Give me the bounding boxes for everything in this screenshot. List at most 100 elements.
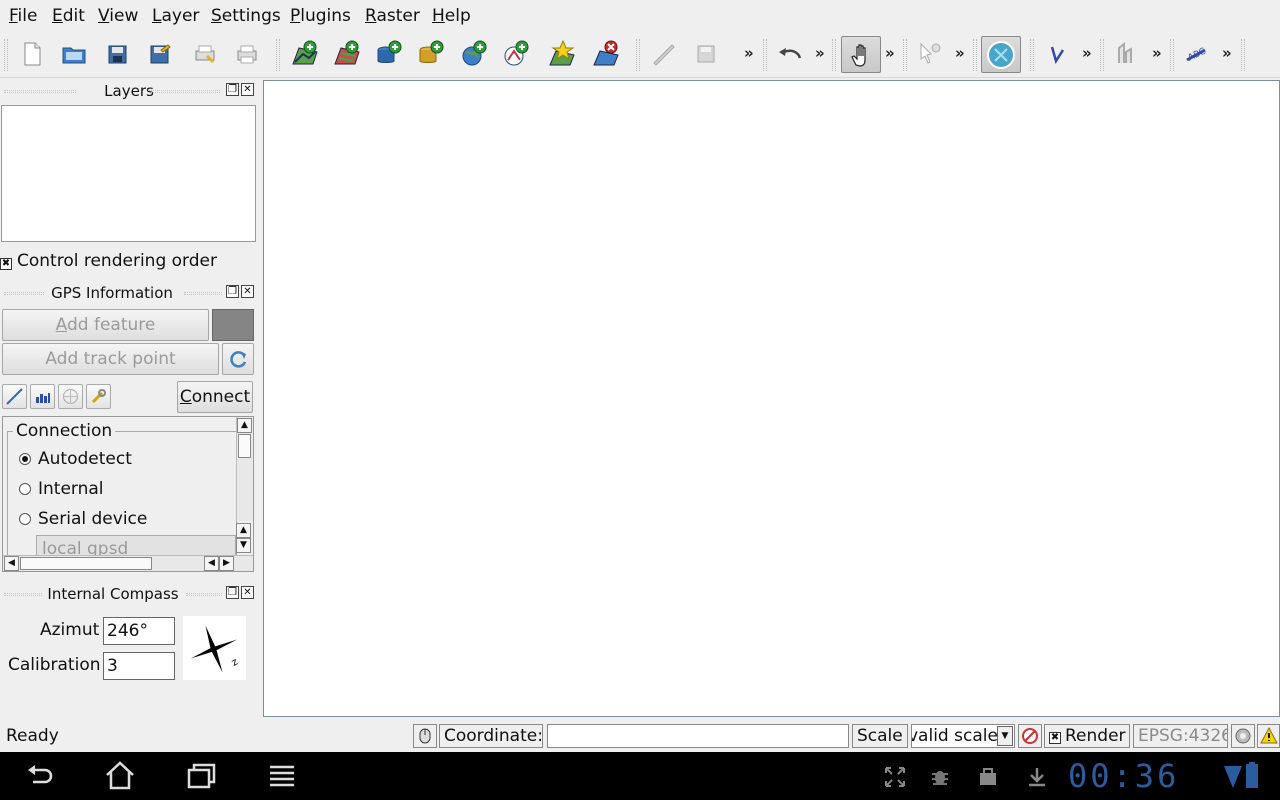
- azimut-field[interactable]: 246°: [103, 617, 175, 645]
- compass-panel-titlebar[interactable]: Internal Compass ❐ ✕: [0, 583, 258, 605]
- warning-icon: [1260, 726, 1278, 744]
- control-rendering-order-checkbox[interactable]: ✖: [0, 258, 12, 270]
- add-postgis-layer-icon[interactable]: [373, 38, 405, 70]
- add-wms-layer-icon[interactable]: [458, 38, 490, 70]
- debug-icon: [929, 766, 951, 792]
- mouse-icon: [419, 728, 431, 744]
- serial-device-radio[interactable]: Serial device: [19, 507, 147, 531]
- menu-plugins[interactable]: Plugins: [290, 5, 351, 27]
- add-wfs-layer-icon[interactable]: [500, 38, 532, 70]
- toolbar-separator: [276, 39, 280, 71]
- scroll-right-icon[interactable]: ▶: [219, 556, 234, 571]
- crs-settings-button[interactable]: [1231, 724, 1255, 748]
- menu-help[interactable]: Help: [432, 5, 471, 27]
- node-tool-icon[interactable]: [1041, 38, 1073, 70]
- gps-icon[interactable]: [981, 36, 1021, 73]
- toolbar-overflow-chevron[interactable]: »: [1152, 44, 1162, 62]
- menu-layer[interactable]: Layer: [152, 5, 199, 27]
- menu-file[interactable]: File: [9, 5, 37, 27]
- layers-panel-titlebar[interactable]: Layers ❐ ✕: [0, 80, 258, 102]
- back-icon[interactable]: [24, 760, 56, 796]
- stop-render-button[interactable]: [1018, 724, 1042, 748]
- add-raster-layer-icon[interactable]: [331, 38, 363, 70]
- horizontal-scroll-thumb[interactable]: [20, 557, 152, 570]
- compass-panel-title: Internal Compass: [47, 585, 179, 603]
- layers-tree[interactable]: [1, 105, 256, 242]
- toolbar-separator: [1170, 39, 1174, 71]
- close-panel-icon[interactable]: ✕: [241, 83, 254, 96]
- scale-dropdown-icon[interactable]: ▼: [997, 726, 1013, 746]
- add-feature-button[interactable]: Add feature: [2, 309, 209, 341]
- map-canvas[interactable]: [263, 80, 1280, 717]
- internal-radio[interactable]: Internal: [19, 477, 104, 501]
- close-panel-icon[interactable]: ✕: [241, 586, 254, 599]
- fullscreen-icon: [884, 766, 906, 792]
- toolbar-separator: [832, 39, 836, 71]
- connect-button[interactable]: Connect: [177, 381, 253, 413]
- spinner-up-icon[interactable]: ▲: [236, 523, 251, 538]
- add-track-point-button[interactable]: Add track point: [2, 343, 219, 375]
- recent-apps-icon[interactable]: [185, 760, 217, 796]
- spinner-down-icon[interactable]: ▼: [236, 538, 251, 553]
- menu-settings[interactable]: Settings: [211, 5, 281, 27]
- status-bar: Ready Coordinate: Scale valid scale ▼ ✖ R…: [0, 718, 1280, 752]
- float-panel-icon[interactable]: ❐: [226, 586, 239, 599]
- undo-icon[interactable]: [774, 38, 806, 70]
- print-preview-icon[interactable]: [189, 38, 221, 70]
- gps-options-scroll-area[interactable]: Connection Autodetect Internal Serial de…: [2, 416, 254, 572]
- toolbar-overflow-chevron[interactable]: »: [1222, 44, 1232, 62]
- gps-panel-titlebar[interactable]: GPS Information ❐ ✕: [0, 282, 258, 304]
- toggle-editing-icon[interactable]: [648, 38, 680, 70]
- add-spatialite-layer-icon[interactable]: [415, 38, 447, 70]
- toolbar-overflow-chevron[interactable]: »: [1082, 44, 1092, 62]
- add-vector-layer-icon[interactable]: [289, 38, 321, 70]
- print-icon[interactable]: [231, 38, 263, 70]
- gps-signal-tab-icon[interactable]: [30, 384, 55, 409]
- new-shapefile-icon[interactable]: [546, 38, 578, 70]
- autodetect-radio[interactable]: Autodetect: [19, 447, 132, 471]
- pan-icon[interactable]: [841, 36, 881, 73]
- toolbar-overflow-chevron[interactable]: »: [744, 44, 754, 62]
- toolbar-overflow-chevron[interactable]: »: [815, 44, 825, 62]
- home-icon[interactable]: [104, 760, 136, 796]
- menu-edit[interactable]: Edit: [52, 5, 85, 27]
- menu-icon[interactable]: [266, 760, 298, 796]
- new-project-icon[interactable]: [16, 38, 48, 70]
- reset-track-button[interactable]: [222, 343, 254, 375]
- render-checkbox[interactable]: ✖: [1049, 732, 1061, 744]
- menu-raster[interactable]: Raster: [365, 5, 420, 27]
- control-rendering-order-row[interactable]: ✖ Control rendering order: [0, 250, 217, 272]
- gps-position-tab-icon[interactable]: [2, 384, 27, 409]
- coordinate-toggle-button[interactable]: [413, 724, 437, 748]
- save-project-icon[interactable]: [101, 38, 133, 70]
- globe-icon: [1235, 728, 1251, 744]
- measure-icon[interactable]: [1111, 38, 1143, 70]
- save-as-icon[interactable]: [143, 38, 175, 70]
- identify-icon[interactable]: [914, 38, 946, 70]
- stop-render-icon: [1022, 728, 1038, 744]
- toolbar-overflow-chevron[interactable]: »: [955, 44, 965, 62]
- remove-layer-icon[interactable]: [590, 38, 622, 70]
- crs-status-button[interactable]: EPSG:4326: [1133, 724, 1228, 748]
- scroll-left-icon[interactable]: ◀: [204, 556, 219, 571]
- coordinate-field[interactable]: [547, 724, 849, 748]
- label-icon[interactable]: ABC: [1181, 38, 1213, 70]
- gps-options-tab-icon[interactable]: [86, 384, 111, 409]
- calibration-field[interactable]: 3: [103, 652, 175, 680]
- scroll-up-icon[interactable]: ▲: [237, 418, 252, 433]
- gps-satellites-tab-icon[interactable]: [58, 384, 83, 409]
- render-toggle[interactable]: ✖ Render: [1044, 724, 1130, 748]
- close-panel-icon[interactable]: ✕: [241, 285, 254, 298]
- toolbar-overflow-chevron[interactable]: »: [885, 44, 895, 62]
- float-panel-icon[interactable]: ❐: [226, 83, 239, 96]
- messages-button[interactable]: [1257, 724, 1280, 748]
- menu-view[interactable]: View: [98, 5, 138, 27]
- toolbar-separator: [636, 39, 640, 71]
- open-project-icon[interactable]: [58, 38, 90, 70]
- radio-indicator: [19, 453, 31, 465]
- vertical-scroll-thumb[interactable]: [238, 434, 251, 458]
- scroll-left-icon[interactable]: ◀: [4, 556, 19, 571]
- toolbar-grip[interactable]: [4, 39, 8, 71]
- float-panel-icon[interactable]: ❐: [226, 285, 239, 298]
- save-edits-icon[interactable]: [690, 38, 722, 70]
